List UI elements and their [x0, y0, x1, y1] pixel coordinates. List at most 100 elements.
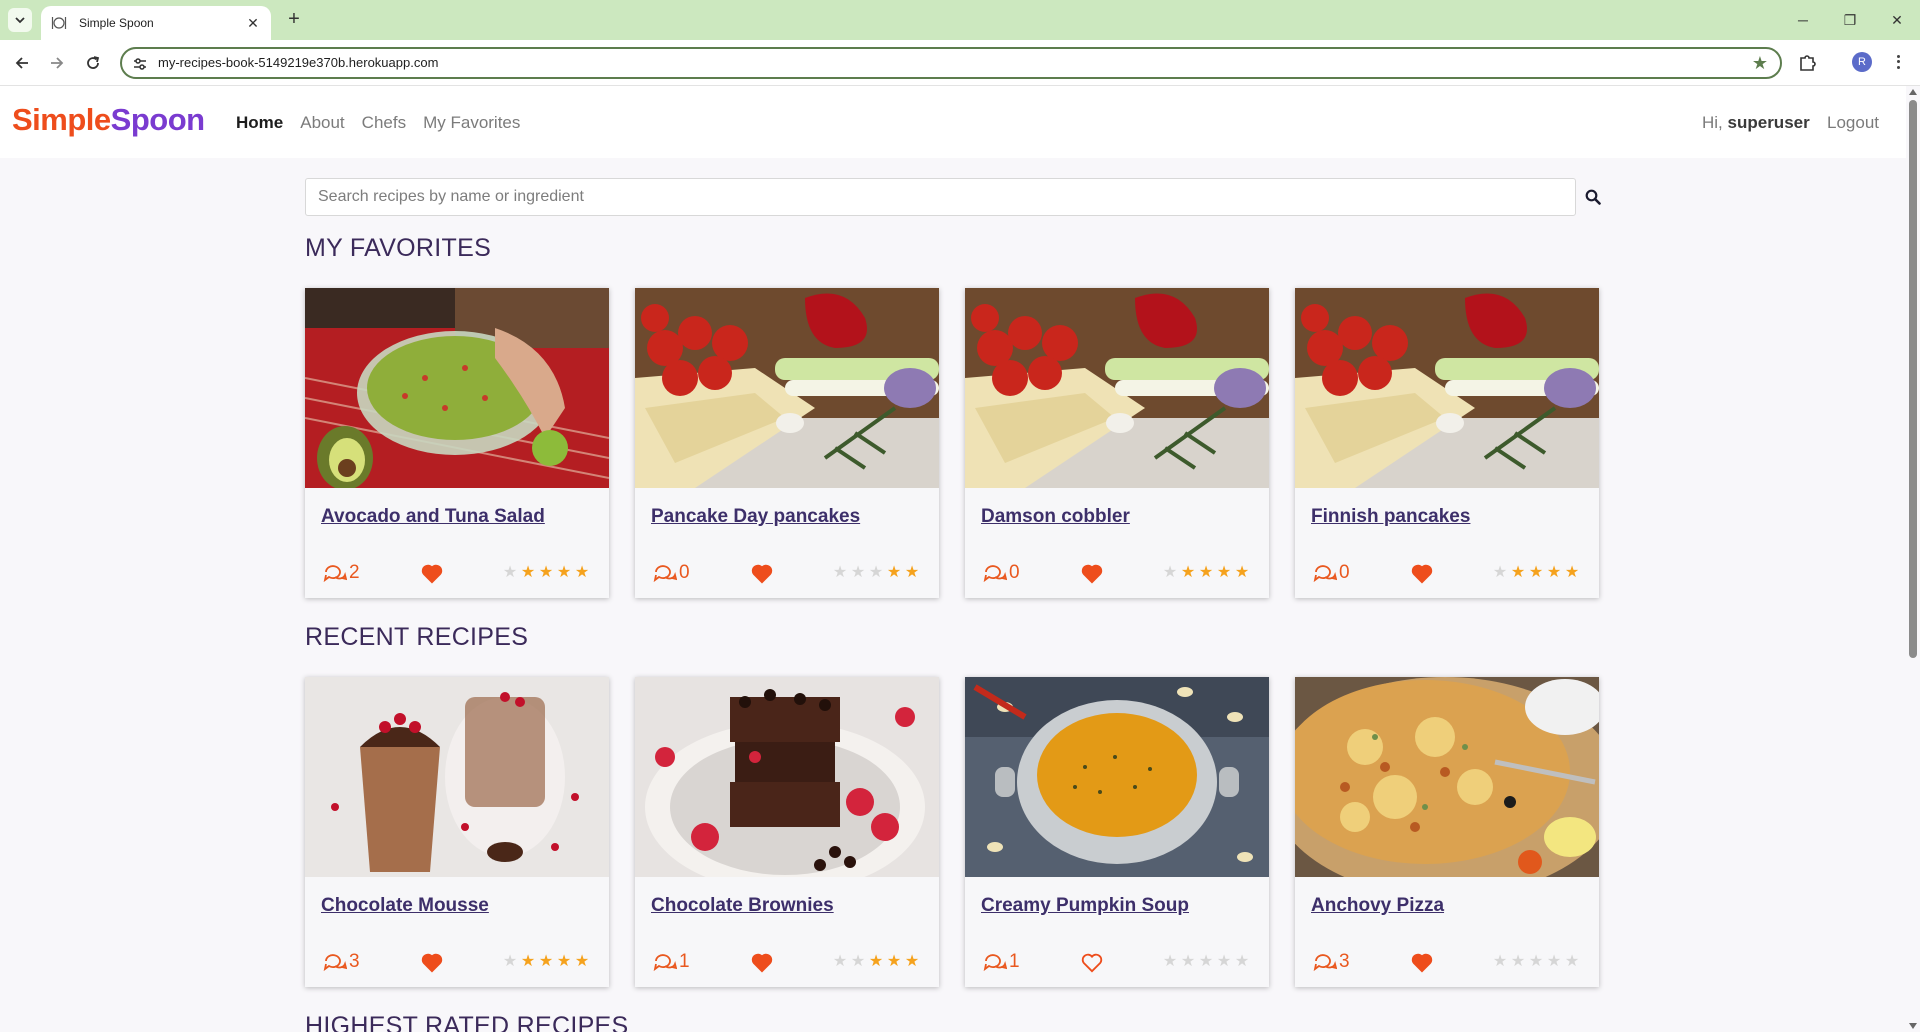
recipe-title-link[interactable]: Finnish pancakes	[1311, 506, 1470, 528]
close-tab-icon[interactable]: ✕	[245, 15, 261, 32]
star-icon[interactable]: ★	[1564, 954, 1580, 970]
recipe-title-link[interactable]: Creamy Pumpkin Soup	[981, 895, 1189, 917]
star-icon[interactable]: ★	[1216, 954, 1232, 970]
favorite-toggle[interactable]	[1081, 564, 1103, 584]
address-bar[interactable]: my-recipes-book-5149219e370b.herokuapp.c…	[120, 47, 1782, 79]
back-button[interactable]	[10, 51, 34, 75]
browser-tab[interactable]: Simple Spoon ✕	[41, 6, 271, 40]
star-icon[interactable]: ★	[556, 954, 572, 970]
recipe-card[interactable]: Pancake Day pancakes 0 ★ ★ ★ ★ ★	[635, 288, 939, 598]
bookmark-star-icon[interactable]: ★	[1752, 53, 1768, 74]
favorite-toggle[interactable]	[751, 953, 773, 973]
comments-count[interactable]: 2	[323, 562, 360, 584]
favorite-toggle[interactable]	[751, 564, 773, 584]
restore-icon[interactable]: ❐	[1827, 0, 1873, 40]
recipe-title-link[interactable]: Chocolate Brownies	[651, 895, 834, 917]
star-icon[interactable]: ★	[502, 565, 518, 581]
tab-search-button[interactable]	[8, 8, 32, 32]
logout-link[interactable]: Logout	[1827, 113, 1879, 133]
recipe-image[interactable]	[305, 677, 609, 877]
star-icon[interactable]: ★	[832, 565, 848, 581]
star-icon[interactable]: ★	[832, 954, 848, 970]
recipe-image[interactable]	[1295, 288, 1599, 488]
nav-my-favorites[interactable]: My Favorites	[423, 113, 520, 133]
star-icon[interactable]: ★	[574, 565, 590, 581]
star-icon[interactable]: ★	[1510, 565, 1526, 581]
rating-stars[interactable]: ★ ★ ★ ★ ★	[502, 954, 590, 970]
site-logo[interactable]: SimpleSpoon	[12, 102, 205, 138]
favorite-toggle[interactable]	[421, 564, 443, 584]
star-icon[interactable]: ★	[1198, 565, 1214, 581]
recipe-card[interactable]: Avocado and Tuna Salad 2 ★ ★ ★ ★ ★	[305, 288, 609, 598]
recipe-title-link[interactable]: Pancake Day pancakes	[651, 506, 860, 528]
favorite-toggle[interactable]	[1081, 953, 1103, 973]
nav-chefs[interactable]: Chefs	[362, 113, 406, 133]
extensions-puzzle-icon[interactable]	[1797, 51, 1819, 73]
search-button[interactable]	[1583, 187, 1603, 207]
favorite-toggle[interactable]	[1411, 953, 1433, 973]
star-icon[interactable]: ★	[868, 565, 884, 581]
scroll-up-icon[interactable]	[1909, 89, 1917, 95]
star-icon[interactable]: ★	[1528, 565, 1544, 581]
comments-count[interactable]: 0	[983, 562, 1020, 584]
rating-stars[interactable]: ★ ★ ★ ★ ★	[832, 954, 920, 970]
reload-button[interactable]	[81, 51, 105, 75]
recipe-image[interactable]	[635, 288, 939, 488]
recipe-title-link[interactable]: Anchovy Pizza	[1311, 895, 1444, 917]
star-icon[interactable]: ★	[538, 954, 554, 970]
star-icon[interactable]: ★	[1234, 954, 1250, 970]
rating-stars[interactable]: ★ ★ ★ ★ ★	[1492, 954, 1580, 970]
search-input[interactable]	[306, 179, 1575, 215]
recipe-card[interactable]: Damson cobbler 0 ★ ★ ★ ★ ★	[965, 288, 1269, 598]
star-icon[interactable]: ★	[502, 954, 518, 970]
star-icon[interactable]: ★	[904, 954, 920, 970]
recipe-image[interactable]	[635, 677, 939, 877]
star-icon[interactable]: ★	[1180, 954, 1196, 970]
recipe-image[interactable]	[965, 288, 1269, 488]
star-icon[interactable]: ★	[1162, 954, 1178, 970]
recipe-title-link[interactable]: Damson cobbler	[981, 506, 1130, 528]
recipe-image[interactable]	[1295, 677, 1599, 877]
page-scrollbar[interactable]	[1906, 86, 1920, 1032]
star-icon[interactable]: ★	[1564, 565, 1580, 581]
star-icon[interactable]: ★	[1528, 954, 1544, 970]
recipe-card[interactable]: Anchovy Pizza 3 ★ ★ ★ ★ ★	[1295, 677, 1599, 987]
browser-menu-icon[interactable]	[1890, 50, 1906, 74]
star-icon[interactable]: ★	[556, 565, 572, 581]
comments-count[interactable]: 1	[983, 951, 1020, 973]
recipe-card[interactable]: Chocolate Mousse 3 ★ ★ ★ ★ ★	[305, 677, 609, 987]
star-icon[interactable]: ★	[904, 565, 920, 581]
rating-stars[interactable]: ★ ★ ★ ★ ★	[502, 565, 590, 581]
star-icon[interactable]: ★	[1198, 954, 1214, 970]
star-icon[interactable]: ★	[850, 565, 866, 581]
rating-stars[interactable]: ★ ★ ★ ★ ★	[1492, 565, 1580, 581]
star-icon[interactable]: ★	[1234, 565, 1250, 581]
comments-count[interactable]: 1	[653, 951, 690, 973]
star-icon[interactable]: ★	[520, 565, 536, 581]
nav-home[interactable]: Home	[236, 113, 283, 133]
close-window-icon[interactable]: ✕	[1874, 0, 1920, 40]
star-icon[interactable]: ★	[850, 954, 866, 970]
star-icon[interactable]: ★	[1546, 954, 1562, 970]
minimize-icon[interactable]: ─	[1780, 0, 1826, 40]
star-icon[interactable]: ★	[868, 954, 884, 970]
recipe-title-link[interactable]: Chocolate Mousse	[321, 895, 489, 917]
star-icon[interactable]: ★	[538, 565, 554, 581]
scroll-down-icon[interactable]	[1909, 1023, 1917, 1029]
new-tab-button[interactable]: +	[283, 9, 305, 31]
recipe-title-link[interactable]: Avocado and Tuna Salad	[321, 506, 545, 528]
star-icon[interactable]: ★	[1546, 565, 1562, 581]
profile-avatar[interactable]: R	[1852, 52, 1872, 72]
star-icon[interactable]: ★	[1492, 954, 1508, 970]
comments-count[interactable]: 3	[323, 951, 360, 973]
star-icon[interactable]: ★	[1162, 565, 1178, 581]
star-icon[interactable]: ★	[1510, 954, 1526, 970]
recipe-card[interactable]: Chocolate Brownies 1 ★ ★ ★ ★ ★	[635, 677, 939, 987]
nav-about[interactable]: About	[300, 113, 344, 133]
recipe-card[interactable]: Finnish pancakes 0 ★ ★ ★ ★ ★	[1295, 288, 1599, 598]
comments-count[interactable]: 0	[1313, 562, 1350, 584]
star-icon[interactable]: ★	[1180, 565, 1196, 581]
star-icon[interactable]: ★	[1492, 565, 1508, 581]
favorite-toggle[interactable]	[421, 953, 443, 973]
comments-count[interactable]: 3	[1313, 951, 1350, 973]
